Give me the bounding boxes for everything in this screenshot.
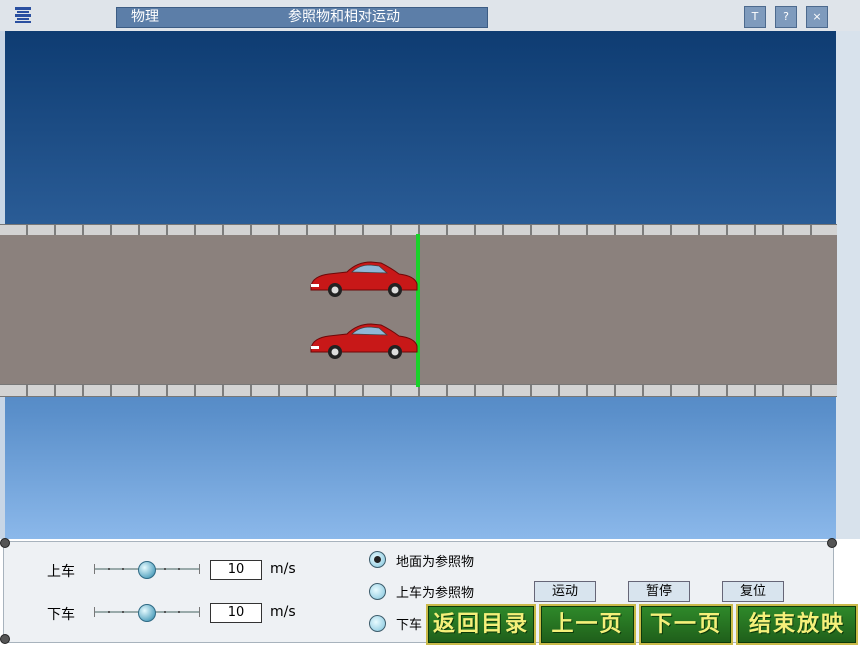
lower-car[interactable] [307,320,419,362]
upper-speed-unit: m/s [270,561,296,577]
slider-knob[interactable] [138,604,156,622]
lower-speed-unit: m/s [270,604,296,620]
back-to-contents-button[interactable]: 返回目录 [426,604,536,645]
upper-speed-slider[interactable] [94,561,200,579]
pause-button[interactable]: 暂停 [628,581,690,602]
upper-speed-input[interactable] [210,560,262,580]
reference-line [416,234,420,387]
lower-car-reference-radio[interactable] [369,615,386,632]
upper-car-reference-label: 上车为参照物 [396,586,475,601]
rivet-icon [0,538,10,548]
right-border [836,31,860,539]
rivet-icon [827,538,837,548]
reset-button[interactable]: 复位 [722,581,784,602]
lower-speed-input[interactable] [210,603,262,623]
end-show-button[interactable]: 结束放映 [736,604,858,645]
help-button[interactable]: ? [775,6,797,28]
ground-reference-label: 地面为参照物 [396,555,475,570]
app-logo-icon [12,5,34,25]
ground-reference-radio[interactable] [369,551,386,568]
text-button[interactable]: T [744,6,766,28]
upper-car-reference-radio[interactable] [369,583,386,600]
lower-speed-slider[interactable] [94,604,200,622]
subject-label: 物理 [131,9,159,25]
upper-car-label: 上车 [47,564,75,580]
close-button[interactable]: × [806,6,828,28]
next-page-button[interactable]: 下一页 [639,604,733,645]
rivet-icon [0,634,10,644]
upper-car[interactable] [307,258,419,300]
title-field: 物理 参照物和相对运动 [116,7,488,28]
lesson-title: 参照物和相对运动 [288,9,400,25]
slider-knob[interactable] [138,561,156,579]
move-button[interactable]: 运动 [534,581,596,602]
lower-car-label: 下车 [47,607,75,623]
previous-page-button[interactable]: 上一页 [539,604,636,645]
lower-car-reference-label: 下车 [396,618,423,633]
title-bar: 物理 参照物和相对运动 T ? × [0,0,860,32]
